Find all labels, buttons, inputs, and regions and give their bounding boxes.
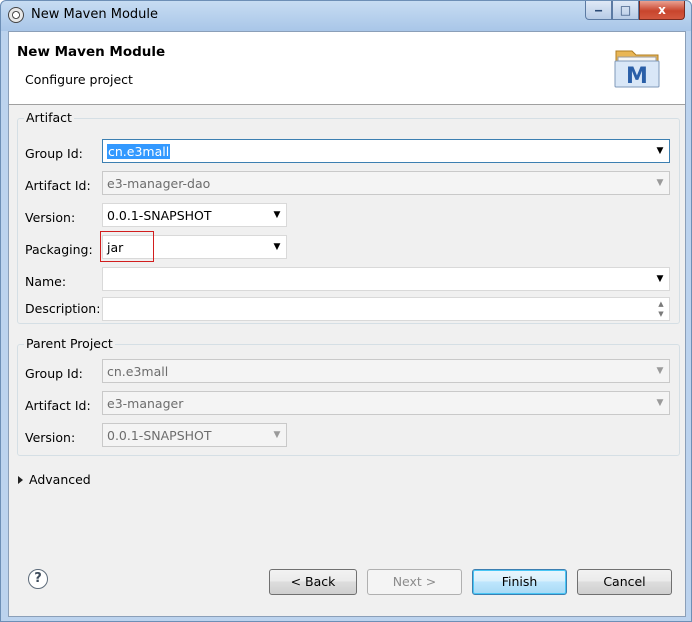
help-button[interactable]: ? [28,569,48,589]
description-label: Description: [25,301,101,316]
version-label: Version: [25,210,76,225]
next-button: Next > [367,569,462,595]
parent-version-combo: 0.0.1-SNAPSHOT ▼ [102,423,287,447]
finish-button-label: Finish [501,574,538,589]
chevron-down-icon[interactable]: ▼ [271,241,283,253]
close-button[interactable]: x [639,1,685,20]
artifact-id-label: Artifact Id: [25,178,91,193]
parent-project-group-title: Parent Project [24,336,115,351]
expand-triangle-icon [18,475,23,484]
name-label: Name: [25,274,67,289]
back-button-label: < Back [290,574,336,589]
minimize-button[interactable]: ‒ [585,1,612,20]
caption-buttons: ‒ □ x [585,1,685,21]
chevron-down-icon: ▼ [273,430,281,440]
advanced-section-toggle[interactable]: Advanced [18,472,91,487]
back-button[interactable]: < Back [269,569,357,595]
wizard-subtitle: Configure project [25,72,133,87]
window-title: New Maven Module [31,7,159,22]
artifact-id-value: e3-manager-dao [107,176,211,191]
cancel-button[interactable]: Cancel [577,569,672,595]
maven-icon: M [614,50,660,89]
dialog-window: New Maven Module ‒ □ x New Maven Module … [0,0,692,622]
help-icon: ? [34,571,42,586]
parent-group-id-combo: cn.e3mall ▼ [102,359,670,383]
artifact-id-combo: e3-manager-dao ▼ [102,171,670,195]
maven-icon-letter: M [626,64,648,89]
parent-group-id-value: cn.e3mall [107,364,169,379]
group-id-combo[interactable]: cn.e3mall ▼ [102,139,670,163]
highlight-annotation-box [100,231,154,262]
packaging-label: Packaging: [25,242,93,257]
chevron-down-icon: ▼ [656,398,664,408]
minimize-icon: ‒ [594,3,603,17]
cancel-button-label: Cancel [603,574,646,589]
scroll-arrows-icon[interactable]: ▲ ▼ [655,299,667,319]
parent-artifact-id-combo: e3-manager ▼ [102,391,670,415]
maximize-icon: □ [619,3,632,17]
parent-artifact-id-label: Artifact Id: [25,398,91,413]
description-textarea[interactable]: ▲ ▼ [102,297,670,321]
chevron-down-icon: ▼ [656,366,664,376]
group-id-value: cn.e3mall [107,144,171,159]
parent-version-label: Version: [25,430,76,445]
chevron-down-icon[interactable]: ▼ [271,209,283,221]
dialog-client-area: New Maven Module Configure project M Art… [8,31,686,617]
next-button-label: Next > [392,574,437,589]
close-icon: x [658,3,666,17]
advanced-label: Advanced [29,472,91,487]
maximize-button[interactable]: □ [612,1,639,20]
finish-button[interactable]: Finish [472,569,567,595]
artifact-group: Artifact Group Id: cn.e3mall ▼ Artifact … [17,110,680,324]
artifact-group-title: Artifact [24,110,74,125]
wizard-header: New Maven Module Configure project M [9,32,685,105]
parent-project-group: Parent Project Group Id: cn.e3mall ▼ Art… [17,336,680,456]
chevron-down-icon[interactable]: ▼ [654,145,666,157]
parent-group-id-label: Group Id: [25,366,83,381]
chevron-down-icon: ▼ [656,178,664,188]
version-value: 0.0.1-SNAPSHOT [107,208,212,223]
eclipse-icon [8,7,24,23]
version-combo[interactable]: 0.0.1-SNAPSHOT ▼ [102,203,287,227]
title-bar[interactable]: New Maven Module ‒ □ x [1,1,691,31]
wizard-title: New Maven Module [17,44,166,60]
chevron-down-icon[interactable]: ▼ [654,273,666,285]
name-combo[interactable]: ▼ [102,267,670,291]
group-id-label: Group Id: [25,146,83,161]
parent-artifact-id-value: e3-manager [107,396,184,411]
parent-version-value: 0.0.1-SNAPSHOT [107,428,212,443]
